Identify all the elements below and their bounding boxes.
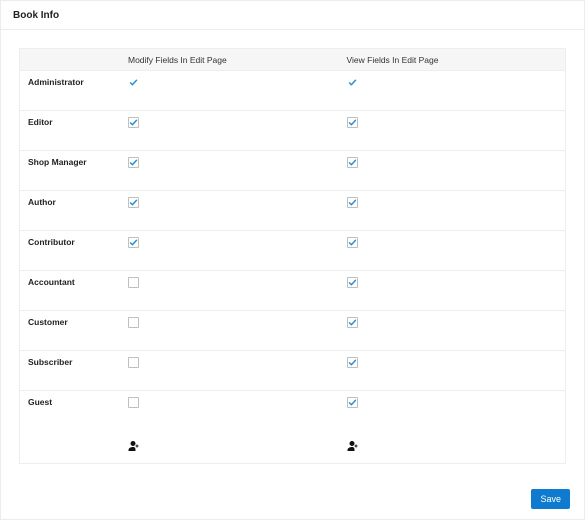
role-name: Contributor — [20, 237, 128, 247]
role-row: Editor — [20, 111, 565, 151]
modify-locked-check-icon — [128, 77, 139, 88]
role-row: Author — [20, 191, 565, 231]
modify-checkbox[interactable] — [128, 117, 139, 128]
modify-checkbox[interactable] — [128, 317, 139, 328]
save-bar: Save — [531, 489, 570, 509]
role-name: Editor — [20, 117, 128, 127]
role-name: Author — [20, 197, 128, 207]
role-row: Guest — [20, 391, 565, 431]
view-checkbox[interactable] — [347, 357, 358, 368]
grid-footer — [20, 431, 565, 463]
panel-title: Book Info — [1, 1, 584, 30]
panel-body: Modify Fields In Edit Page View Fields I… — [1, 30, 584, 482]
role-name: Administrator — [20, 77, 128, 87]
role-row: Contributor — [20, 231, 565, 271]
view-checkbox[interactable] — [347, 397, 358, 408]
col-header-modify: Modify Fields In Edit Page — [128, 49, 347, 70]
permissions-grid: Modify Fields In Edit Page View Fields I… — [19, 48, 566, 464]
save-button[interactable]: Save — [531, 489, 570, 509]
role-name: Subscriber — [20, 357, 128, 367]
role-name: Customer — [20, 317, 128, 327]
view-checkbox[interactable] — [347, 117, 358, 128]
modify-checkbox[interactable] — [128, 237, 139, 248]
role-row: Shop Manager — [20, 151, 565, 191]
modify-checkbox[interactable] — [128, 277, 139, 288]
view-checkbox[interactable] — [347, 197, 358, 208]
col-header-view: View Fields In Edit Page — [347, 49, 566, 70]
modify-checkbox[interactable] — [128, 197, 139, 208]
view-checkbox[interactable] — [347, 277, 358, 288]
role-name: Guest — [20, 397, 128, 407]
view-checkbox[interactable] — [347, 157, 358, 168]
grid-header: Modify Fields In Edit Page View Fields I… — [20, 49, 565, 71]
role-row: Accountant — [20, 271, 565, 311]
role-row: Customer — [20, 311, 565, 351]
modify-checkbox[interactable] — [128, 397, 139, 408]
permissions-panel: Book Info Modify Fields In Edit Page Vie… — [0, 0, 585, 520]
role-name: Shop Manager — [20, 157, 128, 167]
add-user-icon[interactable] — [128, 440, 140, 452]
view-checkbox[interactable] — [347, 317, 358, 328]
role-name: Accountant — [20, 277, 128, 287]
modify-checkbox[interactable] — [128, 357, 139, 368]
view-locked-check-icon — [347, 77, 358, 88]
role-row: Subscriber — [20, 351, 565, 391]
modify-checkbox[interactable] — [128, 157, 139, 168]
role-row: Administrator — [20, 71, 565, 111]
add-user-icon[interactable] — [347, 440, 359, 452]
view-checkbox[interactable] — [347, 237, 358, 248]
